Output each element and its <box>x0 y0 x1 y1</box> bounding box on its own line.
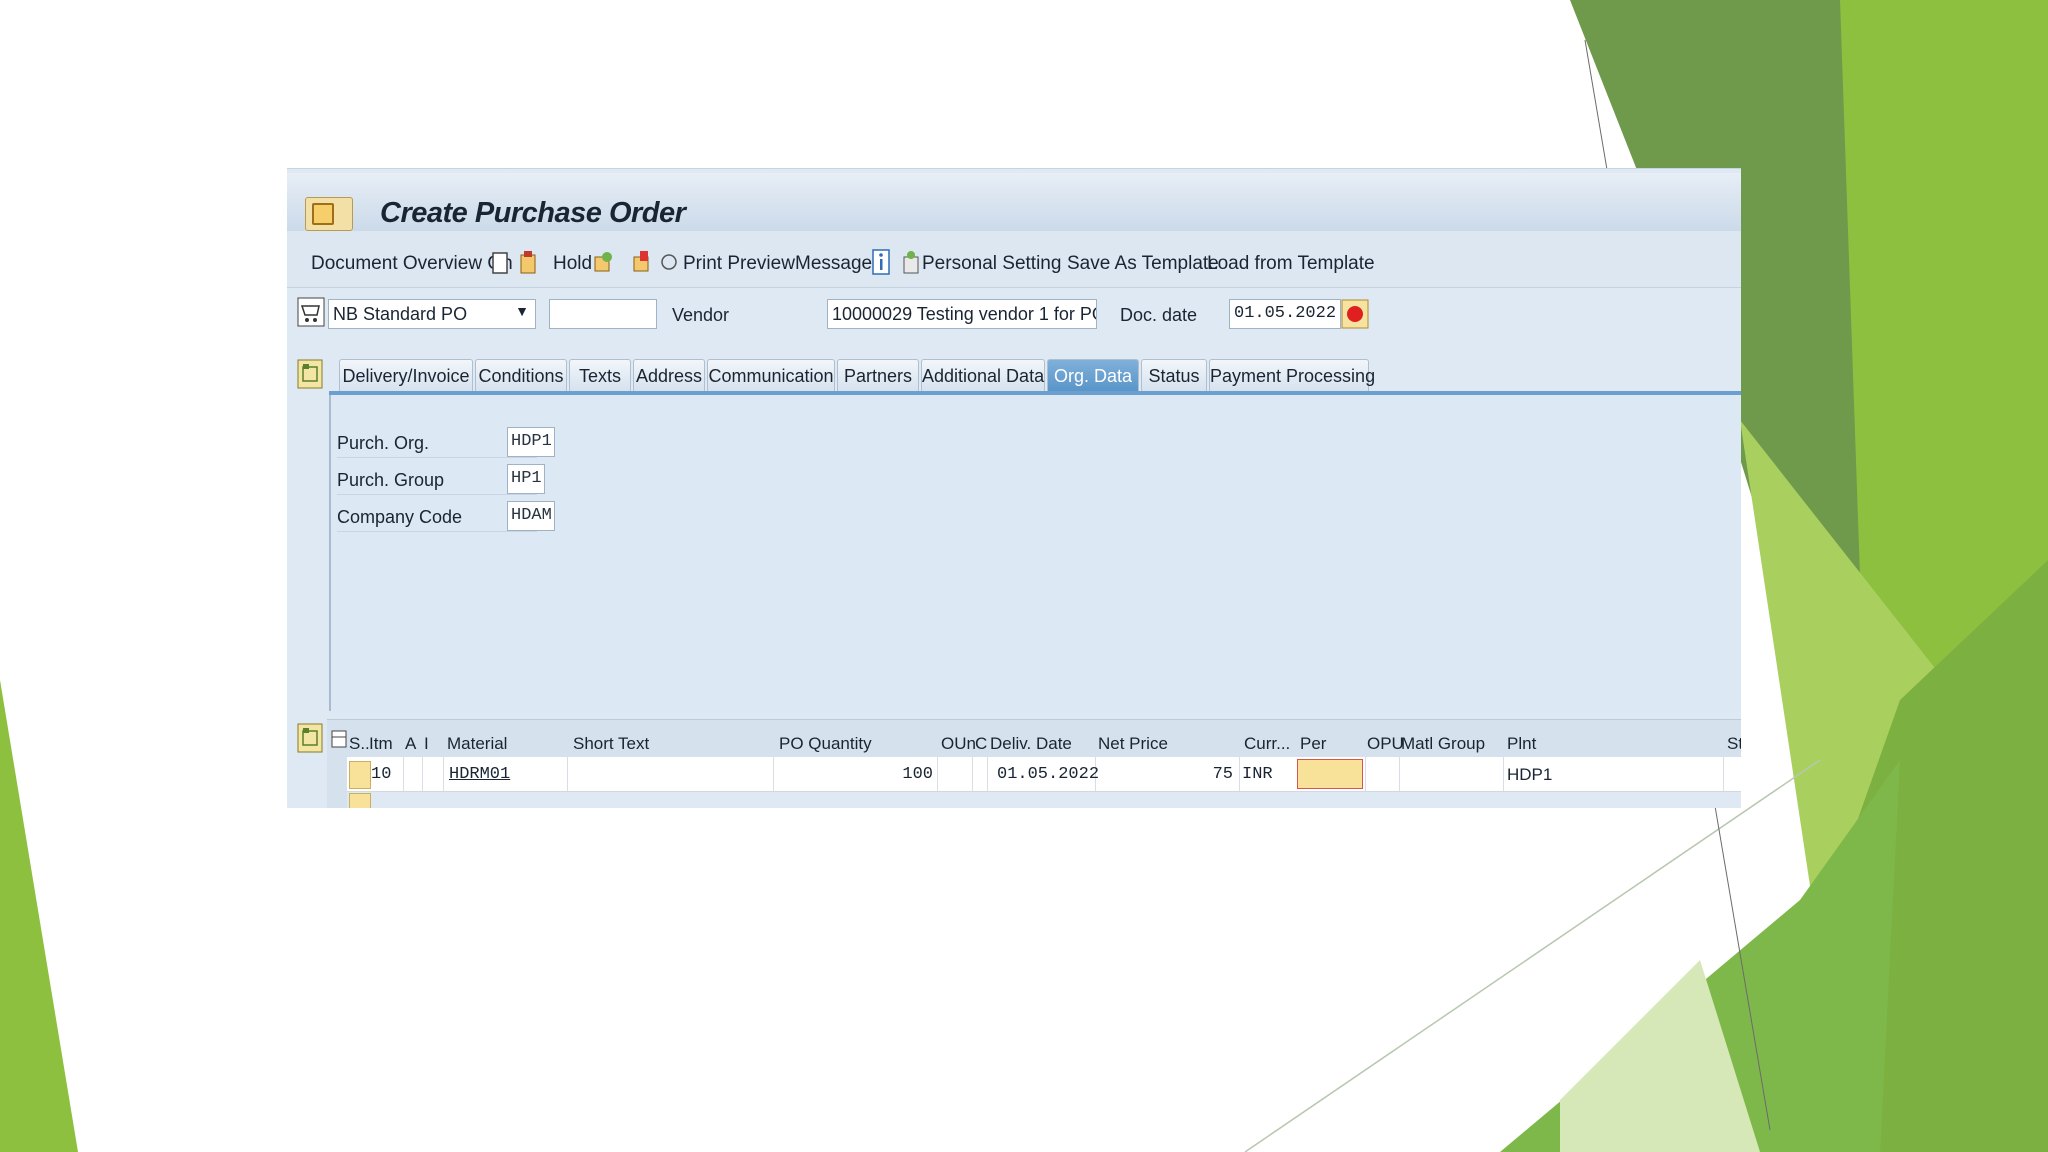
transaction-icon[interactable] <box>305 197 353 231</box>
open-document-icon[interactable] <box>518 249 538 275</box>
company-code-row: Company Code HDAM <box>337 501 555 532</box>
new-document-icon[interactable] <box>491 251 509 275</box>
col-divider <box>443 757 444 791</box>
col-status[interactable]: S.. <box>349 734 370 754</box>
tab-partners[interactable]: Partners <box>837 359 919 391</box>
load-from-template-button[interactable]: Load from Template <box>1207 253 1375 275</box>
personal-setting-button[interactable]: Personal Setting <box>922 253 1061 275</box>
status-light-icon[interactable] <box>1341 299 1369 329</box>
vendor-label: Vendor <box>672 305 730 325</box>
cell-per-input[interactable] <box>1297 759 1363 789</box>
col-divider <box>987 757 988 791</box>
col-divider <box>1723 757 1724 791</box>
tab-texts[interactable]: Texts <box>569 359 631 391</box>
col-item-category[interactable]: I <box>424 734 429 754</box>
save-as-template-button[interactable]: Save As Template <box>1067 253 1219 275</box>
row-status-cell-empty[interactable] <box>349 793 371 808</box>
tab-communication[interactable]: Communication <box>707 359 835 391</box>
purch-group-field[interactable]: HP1 <box>507 464 545 494</box>
item-overview-grid: S.. Itm A I Material Short Text PO Quant… <box>287 719 1741 808</box>
page-title: Create Purchase Order <box>380 197 686 229</box>
document-type-value: NB Standard PO <box>333 304 468 324</box>
col-divider <box>972 757 973 791</box>
title-bar: Create Purchase Order <box>287 173 1741 231</box>
application-toolbar: Document Overview On Hold Print Preview … <box>287 231 1741 288</box>
col-delivery-date[interactable]: Deliv. Date <box>990 734 1072 754</box>
tab-status[interactable]: Status <box>1141 359 1207 391</box>
col-material[interactable]: Material <box>447 734 507 754</box>
col-net-price[interactable]: Net Price <box>1098 734 1168 754</box>
row-selector[interactable] <box>327 757 347 791</box>
info-icon[interactable] <box>872 249 890 275</box>
print-preview-icon[interactable] <box>660 249 678 275</box>
row-status-cell[interactable] <box>349 761 371 789</box>
tab-payment-processing[interactable]: Payment Processing <box>1209 359 1375 391</box>
messages-button[interactable]: Messages <box>795 253 882 275</box>
print-preview-button[interactable]: Print Preview <box>683 253 795 275</box>
col-item[interactable]: Itm <box>369 734 393 754</box>
col-divider <box>773 757 774 791</box>
tab-address[interactable]: Address <box>633 359 705 391</box>
check-icon[interactable] <box>592 249 614 275</box>
messages-alert-icon[interactable] <box>632 249 652 275</box>
col-divider <box>937 757 938 791</box>
sap-window: Create Purchase Order Document Overview … <box>287 168 1741 808</box>
purch-org-label: Purch. Org. <box>337 433 430 453</box>
col-divider <box>1365 757 1366 791</box>
document-type-select[interactable]: NB Standard PO ▼ <box>328 299 536 329</box>
org-data-panel: Purch. Org. HDP1 Purch. Group HP1 Compan… <box>329 395 1741 711</box>
col-divider <box>1239 757 1240 791</box>
col-price-unit[interactable]: Per <box>1300 734 1326 754</box>
col-divider <box>1503 757 1504 791</box>
col-short-text[interactable]: Short Text <box>573 734 649 754</box>
col-order-unit[interactable]: OUn <box>941 734 976 754</box>
bg-shape-left <box>0 680 78 1152</box>
col-currency[interactable]: Curr... <box>1244 734 1290 754</box>
row-selector-empty[interactable] <box>327 791 347 808</box>
grid-header: S.. Itm A I Material Short Text PO Quant… <box>327 719 1741 758</box>
cell-po-quantity[interactable]: 100 <box>867 765 933 784</box>
cart-icon[interactable] <box>297 297 325 327</box>
col-date-category[interactable]: C <box>975 734 987 754</box>
tab-delivery-invoice[interactable]: Delivery/Invoice <box>339 359 473 391</box>
company-code-label: Company Code <box>337 507 463 527</box>
col-storage[interactable]: St <box>1727 734 1741 754</box>
doc-date-label: Doc. date <box>1120 305 1198 325</box>
item-toggle-icon[interactable] <box>297 723 323 753</box>
col-divider <box>1399 757 1400 791</box>
cell-delivery-date[interactable]: 01.05.2022 <box>997 765 1099 784</box>
header-area: NB Standard PO ▼ Vendor 10000029 Testing… <box>287 287 1741 331</box>
tab-org-data[interactable]: Org. Data <box>1047 359 1139 391</box>
col-divider <box>422 757 423 791</box>
vendor-field[interactable]: 10000029 Testing vendor 1 for PO <box>827 299 1097 329</box>
cell-plant[interactable]: HDP1 <box>1507 765 1552 785</box>
personal-setting-icon[interactable] <box>902 249 920 275</box>
col-divider <box>403 757 404 791</box>
purch-group-label: Purch. Group <box>337 470 445 490</box>
purch-org-row: Purch. Org. HDP1 <box>337 427 555 458</box>
cell-net-price[interactable]: 75 <box>1167 765 1233 784</box>
tab-additional-data[interactable]: Additional Data <box>921 359 1045 391</box>
cell-currency[interactable]: INR <box>1242 765 1273 784</box>
tab-conditions[interactable]: Conditions <box>475 359 567 391</box>
table-row[interactable]: 10 HDRM01 100 01.05.2022 75 INR HDP1 <box>327 757 1741 792</box>
company-code-field[interactable]: HDAM <box>507 501 555 531</box>
cell-material[interactable]: HDRM01 <box>449 765 510 784</box>
column-settings-icon[interactable] <box>331 730 347 748</box>
cell-item[interactable]: 10 <box>371 765 391 784</box>
col-material-group[interactable]: Matl Group <box>1401 734 1485 754</box>
chevron-down-icon[interactable]: ▼ <box>515 303 529 319</box>
purch-org-field[interactable]: HDP1 <box>507 427 555 457</box>
col-order-price-unit[interactable]: OPU <box>1367 734 1404 754</box>
col-account-assignment[interactable]: A <box>405 734 416 754</box>
purch-group-row: Purch. Group HP1 <box>337 464 545 495</box>
doc-date-field[interactable]: 01.05.2022 <box>1229 299 1341 329</box>
po-number-field[interactable] <box>549 299 657 329</box>
document-overview-button[interactable]: Document Overview On <box>311 253 513 275</box>
hold-button[interactable]: Hold <box>553 253 592 275</box>
col-divider <box>567 757 568 791</box>
col-plant[interactable]: Plnt <box>1507 734 1536 754</box>
col-po-quantity[interactable]: PO Quantity <box>779 734 872 754</box>
